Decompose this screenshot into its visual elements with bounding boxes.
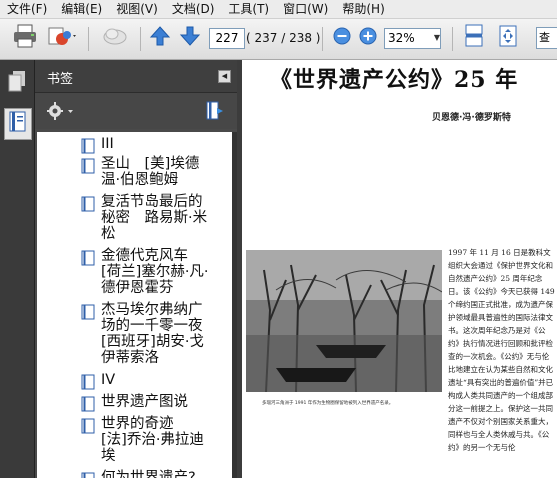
comment-button[interactable]: [98, 25, 132, 51]
bookmark-item[interactable]: 何为世界遗产?: [81, 470, 213, 478]
bookmark-item[interactable]: 世界的奇迹 [法]乔治·弗拉迪埃: [81, 416, 213, 464]
collapse-panel-button[interactable]: ◀: [218, 70, 231, 83]
article-photo: [246, 250, 442, 392]
menu-view[interactable]: 视图(V): [109, 0, 165, 18]
bookmark-icon: [81, 396, 95, 412]
scrolling-pages-icon: [463, 24, 485, 52]
toolbar: 227 ( 237 / 238 ) 32% ▼ 查: [0, 19, 557, 60]
arrow-up-icon: [149, 25, 171, 51]
bookmark-icon: [9, 111, 27, 137]
menu-help[interactable]: 帮助(H): [335, 0, 391, 18]
menu-document[interactable]: 文档(D): [165, 0, 222, 18]
bookmark-label: 复活节岛最后的秘密 路易斯·米松: [101, 194, 208, 242]
bookmark-icon: [81, 138, 95, 154]
share-button[interactable]: [44, 25, 80, 51]
toolbar-separator: [322, 27, 323, 51]
bookmark-label: 杰马埃尔弗纳广场的一千零一夜 [西班牙]胡安·戈伊蒂索洛: [101, 302, 217, 366]
print-button[interactable]: [10, 24, 40, 52]
arrow-down-icon: [179, 25, 201, 51]
new-bookmark-icon[interactable]: [205, 101, 225, 125]
article-body: 1997 年 11 月 16 日是教科文组织大会通过《保护世界文化和自然遗产公约…: [448, 248, 555, 452]
menu-window[interactable]: 窗口(W): [276, 0, 335, 18]
bookmarks-panel-title: 书签: [47, 72, 74, 87]
bookmark-item[interactable]: 金德代克风车 [荷兰]塞尔赫·凡·德伊恩霍芬: [81, 248, 213, 296]
printer-icon: [12, 24, 38, 52]
article-title: 《世界遗产公约》25 年: [270, 67, 519, 93]
bookmark-label: 圣山 [美]埃德温·伯恩鲍姆: [101, 156, 200, 188]
page-count: ( 237 / 238 ): [246, 31, 321, 45]
zoom-in-button[interactable]: [356, 25, 380, 51]
bookmark-item[interactable]: 杰马埃尔弗纳广场的一千零一夜 [西班牙]胡安·戈伊蒂索洛: [81, 302, 217, 366]
bookmark-item[interactable]: 圣山 [美]埃德温·伯恩鲍姆: [81, 156, 213, 188]
bookmark-item[interactable]: 世界遗产图说: [81, 394, 213, 412]
bookmark-icon: [81, 374, 95, 390]
pages-panel-button[interactable]: [4, 68, 30, 98]
toolbar-separator: [452, 27, 453, 51]
navigation-rail: [0, 60, 35, 478]
bookmark-item[interactable]: III: [81, 136, 211, 154]
zoom-out-button[interactable]: [330, 25, 354, 51]
bookmark-icon: [81, 472, 95, 478]
bookmark-label: III: [101, 136, 114, 152]
bookmarks-list: III 圣山 [美]埃德温·伯恩鲍姆 复活节岛最后的秘密 路易斯·米松 金德代克…: [37, 132, 232, 478]
bookmark-label: 金德代克风车 [荷兰]塞尔赫·凡·德伊恩霍芬: [101, 248, 209, 296]
zoom-dropdown-arrow[interactable]: ▼: [432, 29, 442, 47]
menu-bar: 文件(F) 编辑(E) 视图(V) 文档(D) 工具(T) 窗口(W) 帮助(H…: [0, 0, 557, 19]
menu-edit[interactable]: 编辑(E): [54, 0, 109, 18]
bookmark-item[interactable]: IV: [81, 372, 213, 390]
menu-tools[interactable]: 工具(T): [221, 0, 276, 18]
bookmark-icon: [81, 158, 95, 174]
bookmarks-panel-button[interactable]: [4, 108, 32, 140]
plus-circle-icon: [359, 27, 377, 49]
bookmark-label: 世界遗产图说: [101, 394, 188, 410]
search-input[interactable]: 查: [536, 27, 557, 49]
fit-page-button[interactable]: [494, 25, 522, 51]
minus-circle-icon: [333, 27, 351, 49]
panel-splitter[interactable]: [232, 132, 237, 478]
bookmark-item[interactable]: 复活节岛最后的秘密 路易斯·米松: [81, 194, 213, 242]
bookmark-icon: [81, 196, 95, 212]
article-author: 贝恩德·冯·德罗斯特: [432, 113, 511, 123]
next-page-button[interactable]: [177, 25, 203, 51]
bookmarks-panel-header: 书签 ◀: [35, 60, 237, 93]
cloud-icon: [100, 24, 130, 52]
bookmark-icon: [81, 418, 95, 434]
bookmark-icon: [81, 250, 95, 266]
bookmark-label: 何为世界遗产?: [101, 470, 196, 478]
share-icon: [45, 24, 79, 52]
scroll-mode-button[interactable]: [460, 24, 488, 52]
bookmark-label: IV: [101, 372, 116, 388]
bookmark-icon: [81, 304, 95, 320]
pages-icon: [8, 70, 26, 96]
bookmark-label: 世界的奇迹 [法]乔治·弗拉迪埃: [101, 416, 204, 464]
document-page: 《世界遗产公约》25 年 贝恩德·冯·德罗斯特 多瑙河三角洲于 1991 年作为…: [242, 60, 557, 478]
previous-page-button[interactable]: [147, 25, 173, 51]
options-gear-icon[interactable]: [47, 102, 75, 124]
toolbar-separator: [88, 27, 89, 51]
toolbar-separator: [140, 27, 141, 51]
page-number-input[interactable]: 227: [209, 28, 245, 49]
fit-page-icon: [497, 24, 519, 52]
menu-file[interactable]: 文件(F): [0, 0, 54, 18]
photo-caption: 多瑙河三角洲于 1991 年作为生物圈保留地被列入世界遗产名录。: [262, 401, 394, 406]
bookmarks-toolbar: [35, 93, 237, 129]
